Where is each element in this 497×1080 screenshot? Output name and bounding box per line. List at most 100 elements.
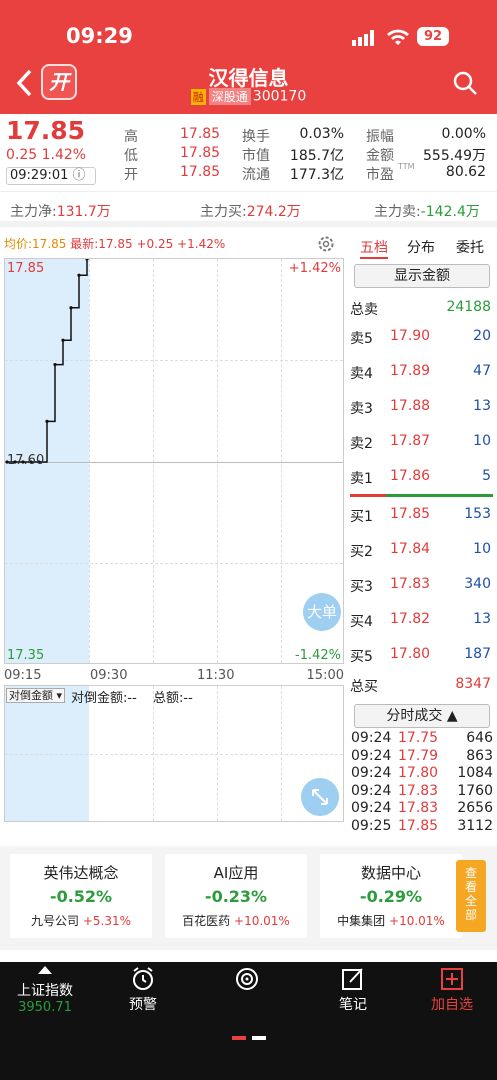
ask-row[interactable]: 卖2 17.87 10 xyxy=(348,433,497,453)
quote-cell-value: 17.85 xyxy=(180,164,221,180)
concept-name: AI应用 xyxy=(213,864,259,882)
expand-icon[interactable] xyxy=(301,778,339,816)
tick-row: 09:24 17.75 646 xyxy=(351,730,493,746)
info-icon: ⓘ xyxy=(72,168,86,183)
show-amount-button[interactable]: 显示金额 xyxy=(354,264,490,288)
price-point xyxy=(61,338,65,342)
tick-trades-button[interactable]: 分时成交 ▲ xyxy=(354,704,490,728)
bid-row[interactable]: 买2 17.84 10 xyxy=(348,541,497,561)
ask-row[interactable]: 卖3 17.88 13 xyxy=(348,398,497,418)
quote-time: 09:29:01 ⓘ xyxy=(6,167,96,185)
concept-card[interactable]: AI应用 -0.23% 百花医药 +10.01% xyxy=(165,854,307,938)
ask-row[interactable]: 卖1 17.86 5 xyxy=(348,468,497,488)
price-plot[interactable]: 17.85 17.60 17.35 +1.42% -1.42% 大单 xyxy=(4,258,344,664)
bid-row[interactable]: 买1 17.85 153 xyxy=(348,506,497,526)
wifi-icon xyxy=(387,29,409,45)
y-top-label: 17.85 xyxy=(7,261,45,276)
total-sell-row: 总卖 24188 xyxy=(350,299,491,318)
ask-row[interactable]: 卖5 17.90 20 xyxy=(348,328,497,348)
concept-name: 数据中心 xyxy=(360,864,421,882)
search-icon[interactable] xyxy=(452,70,478,96)
quote-panel: 17.85 0.25 1.42% 09:29:01 ⓘ 高 17.85 换手 0.03… xyxy=(0,114,497,192)
concept-change: -0.52% xyxy=(49,887,113,906)
quote-cell-label: 振幅 xyxy=(366,129,394,145)
ttm-label: TTM xyxy=(398,162,415,171)
buy-flow-label: 主力买: xyxy=(200,204,247,220)
x-tick: 15:00 xyxy=(306,668,344,683)
ask-row[interactable]: 卖4 17.89 47 xyxy=(348,363,497,383)
quote-cell-label: 流通 xyxy=(242,167,270,183)
net-flow-value: 131.7万 xyxy=(56,204,111,220)
tab-distribution[interactable]: 分布 xyxy=(407,237,435,257)
concept-sectors: 英伟达概念 -0.52% 九号公司 +5.31% AI应用 -0.23% 百花医药 +10… xyxy=(0,846,497,950)
stock-header: 开 汉得信息 融深股通 300170 xyxy=(0,58,497,114)
chart-legend: 均价:17.85 最新:17.85 +0.25 +1.42% xyxy=(4,237,226,251)
status-time: 09:29 xyxy=(66,24,133,48)
alert-button[interactable]: 预警 xyxy=(118,966,168,1014)
buy-sell-ratio-bar xyxy=(350,494,493,497)
tab-five-levels[interactable]: 五档 xyxy=(360,237,388,259)
sell-flow-value: -142.4万 xyxy=(420,204,480,220)
pct-bottom-label: -1.42% xyxy=(295,648,341,663)
price-point xyxy=(77,273,81,277)
indicator-panel[interactable]: 对倒金额 ▾ 对倒金额:-- 总额:-- xyxy=(4,685,344,822)
buy-flow-value: 274.2万 xyxy=(246,204,301,220)
x-tick: 09:15 xyxy=(4,668,42,683)
quote-cell-label: 高 xyxy=(124,129,138,145)
main-capital-flow: 主力净:131.7万 主力买:274.2万 主力卖:-142.4万 xyxy=(0,195,497,227)
concept-card[interactable]: 数据中心 -0.29% 中集集团 +10.01% xyxy=(320,854,462,938)
bid-row[interactable]: 买4 17.82 13 xyxy=(348,611,497,631)
leading-stock: 百花医药 +10.01% xyxy=(182,914,290,928)
price-point xyxy=(53,362,57,367)
edit-note-icon xyxy=(342,968,363,990)
price-change: 0.25 1.42% xyxy=(6,147,87,163)
page-indicator xyxy=(232,1036,266,1040)
quote-cell-value: 555.49万 xyxy=(423,148,486,164)
quote-cell-label: 市值 xyxy=(242,148,270,164)
gear-icon[interactable] xyxy=(316,234,336,254)
quote-cell-label: 金额 xyxy=(366,148,394,164)
battery-icon: 92 xyxy=(417,27,449,46)
quote-cell-value: 185.7亿 xyxy=(289,148,344,164)
quote-cell-label: 市盈 xyxy=(366,167,394,183)
concept-name: 英伟达概念 xyxy=(43,864,119,882)
price-series-line xyxy=(7,259,88,463)
tab-orders[interactable]: 委托 xyxy=(456,237,484,257)
alarm-clock-icon xyxy=(133,967,153,990)
intraday-chart: 均价:17.85 最新:17.85 +0.25 +1.42% 17.85 17.… xyxy=(0,232,348,1072)
last-price: 17.85 xyxy=(6,116,86,145)
total-buy-row: 总买 8347 xyxy=(350,676,491,695)
target-icon xyxy=(236,968,258,990)
bottom-toolbar: 上证指数 3950.71 预警 笔记 加自选 xyxy=(0,962,497,1080)
concept-change: -0.29% xyxy=(359,887,423,906)
stock-name: 汉得信息 xyxy=(208,66,289,90)
triangle-up-icon xyxy=(38,966,52,974)
stock-code: 300170 xyxy=(252,88,307,105)
connect-badge: 深股通 xyxy=(208,88,251,105)
price-point xyxy=(69,306,73,310)
order-tabs: 五档 分布 委托 xyxy=(348,232,497,260)
index-ticker[interactable]: 上证指数 3950.71 xyxy=(10,966,80,1015)
x-tick: 09:30 xyxy=(90,668,128,683)
add-watchlist-button[interactable]: 加自选 xyxy=(424,966,480,1014)
see-all-button[interactable]: 查看全部 xyxy=(456,860,486,932)
time-axis: 09:15 09:30 11:30 15:00 xyxy=(4,666,344,684)
indicator-total: 总额:-- xyxy=(153,691,193,706)
price-point xyxy=(85,259,89,261)
stock-subtitle: 融深股通 300170 xyxy=(0,88,497,105)
signal-icon xyxy=(352,30,374,46)
target-button[interactable] xyxy=(222,966,272,994)
notes-button[interactable]: 笔记 xyxy=(328,966,378,1014)
indicator-select[interactable]: 对倒金额 ▾ xyxy=(6,688,66,703)
quote-cell-value: 80.62 xyxy=(445,164,486,180)
big-order-button[interactable]: 大单 xyxy=(303,593,341,631)
quote-cell-value: 17.85 xyxy=(180,126,221,142)
bid-row[interactable]: 买5 17.80 187 xyxy=(348,646,497,666)
tick-row: 09:24 17.79 863 xyxy=(351,747,493,764)
y-bottom-label: 17.35 xyxy=(7,648,45,663)
x-tick: 11:30 xyxy=(197,668,235,683)
concept-card[interactable]: 英伟达概念 -0.52% 九号公司 +5.31% xyxy=(10,854,152,938)
price-point xyxy=(45,419,49,423)
quote-cell-value: 17.85 xyxy=(180,145,221,161)
bid-row[interactable]: 买3 17.83 340 xyxy=(348,576,497,596)
